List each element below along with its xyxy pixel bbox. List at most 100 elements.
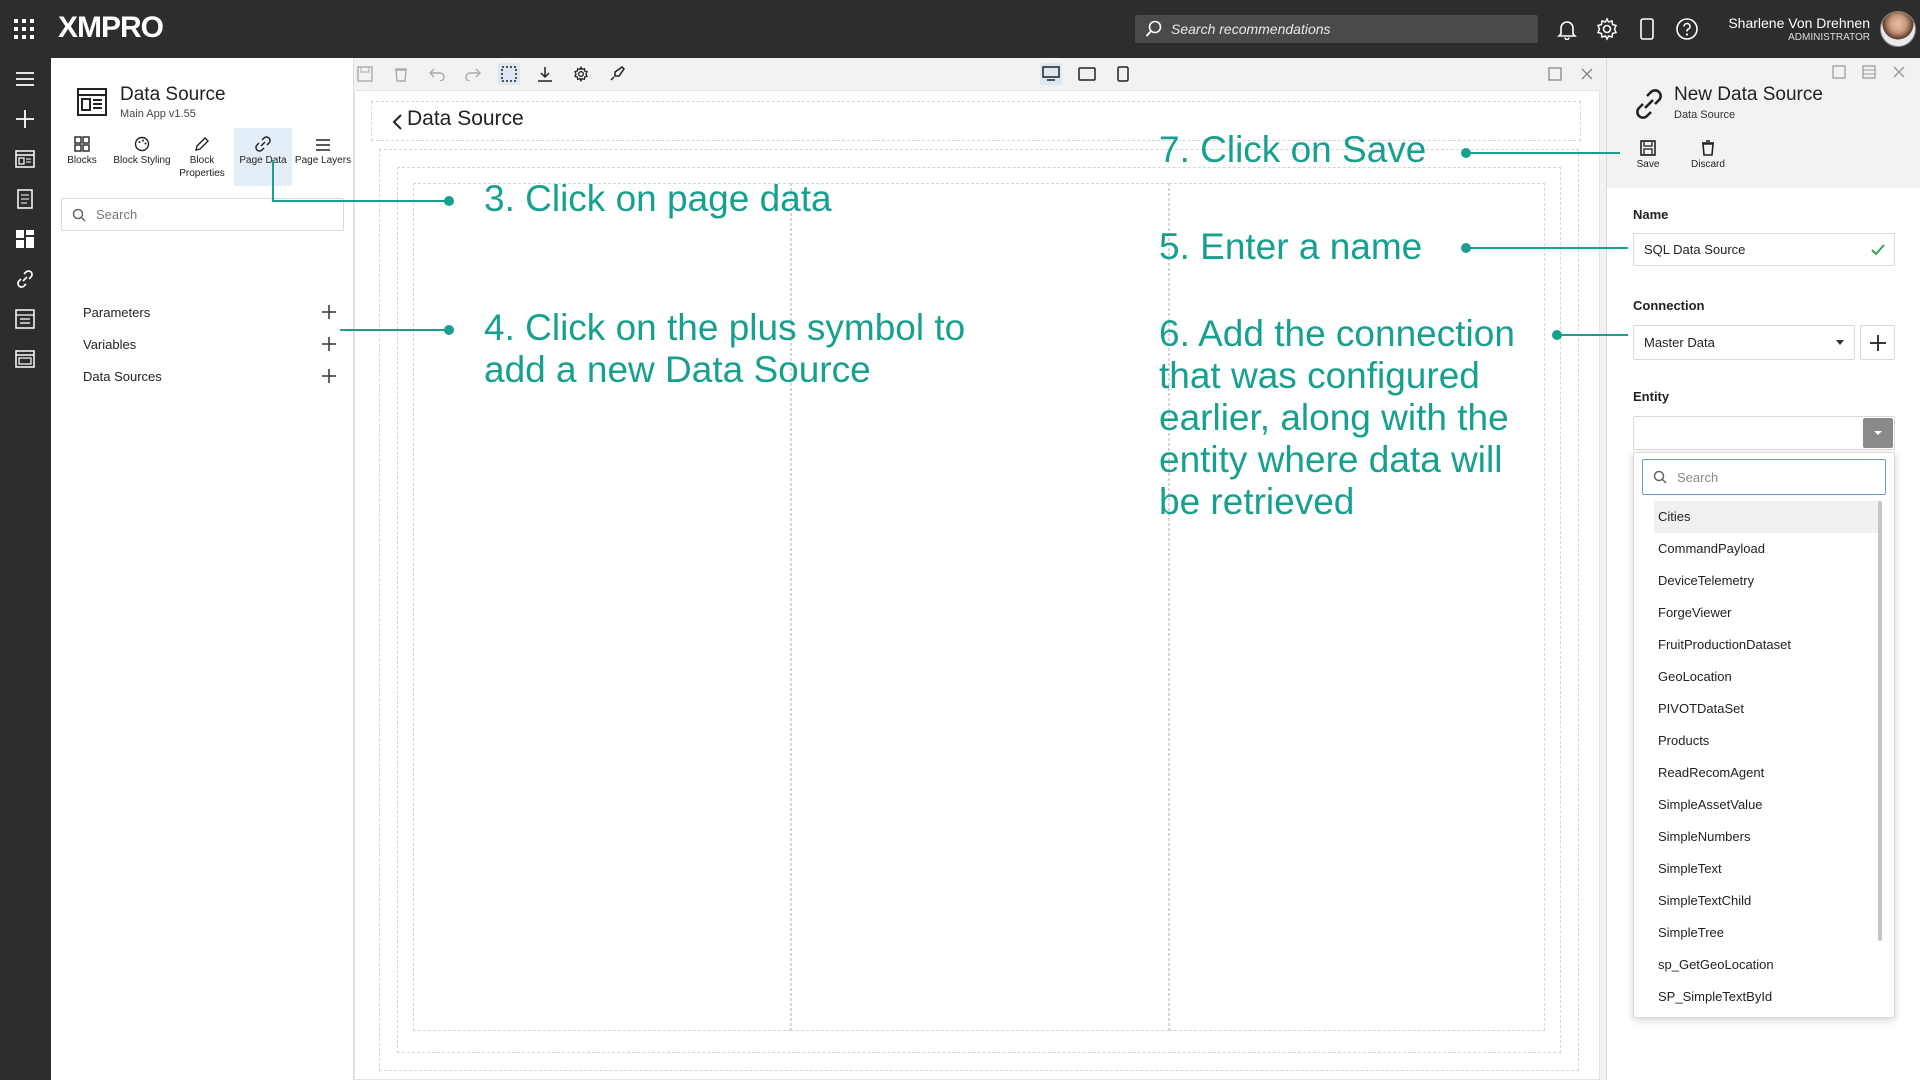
- entity-search-input[interactable]: Search: [1642, 459, 1886, 495]
- panel-title: Data Source: [120, 84, 226, 105]
- add-connection-button[interactable]: [1860, 325, 1895, 360]
- tab-page-layers-label: Page Layers: [294, 155, 352, 166]
- select-icon[interactable]: [498, 63, 520, 85]
- search-recommendations-input[interactable]: Search recommendations: [1135, 15, 1538, 43]
- entity-option[interactable]: GeoLocation: [1654, 661, 1880, 693]
- settings-icon[interactable]: [570, 63, 592, 85]
- dock-icon[interactable]: [1861, 64, 1877, 80]
- annotation-connector: [1466, 247, 1628, 249]
- panel-header: New Data Source Data Source Save Discard: [1607, 58, 1920, 188]
- annotation-connector: [1466, 152, 1620, 154]
- discard-label: Discard: [1691, 159, 1725, 170]
- entity-option[interactable]: SimpleNumbers: [1654, 821, 1880, 853]
- search-icon: [72, 208, 86, 222]
- recommendations-icon[interactable]: [12, 186, 38, 212]
- apps-grid-icon[interactable]: [13, 18, 35, 40]
- entity-option[interactable]: SimpleAssetValue: [1654, 789, 1880, 821]
- annotation-connector: [272, 200, 448, 202]
- panel-search-placeholder: Search: [96, 207, 138, 222]
- list-item-variables: Variables: [83, 333, 338, 355]
- tab-blocks[interactable]: Blocks: [53, 128, 111, 186]
- tab-block-properties-label: Block Properties: [179, 155, 225, 179]
- mobile-view-icon[interactable]: [1112, 63, 1134, 85]
- check-icon: [1871, 244, 1885, 256]
- help-icon[interactable]: [1674, 16, 1700, 42]
- bell-icon[interactable]: [1554, 16, 1580, 42]
- entity-option[interactable]: FruitProductionDataset: [1654, 629, 1880, 661]
- user-name[interactable]: Sharlene Von Drehnen: [1720, 15, 1870, 31]
- calendar-icon[interactable]: [12, 346, 38, 372]
- app-root: XMPRO Search recommendations Sharlene Vo…: [0, 0, 1920, 1080]
- redo-icon[interactable]: [462, 63, 484, 85]
- add-variable-plus-icon[interactable]: [320, 335, 338, 353]
- pencil-icon: [195, 137, 209, 151]
- blocks-icon: [74, 136, 90, 152]
- tab-page-data-label: Page Data: [239, 155, 287, 166]
- add-data-source-plus-icon[interactable]: [320, 367, 338, 385]
- entity-option[interactable]: ReadRecomAgent: [1654, 757, 1880, 789]
- column-right[interactable]: [1169, 183, 1545, 1031]
- back-chevron-icon[interactable]: [391, 113, 405, 131]
- panel-search-input[interactable]: Search: [61, 198, 344, 231]
- undo-icon[interactable]: [426, 63, 448, 85]
- link-icon[interactable]: [12, 266, 38, 292]
- entity-option[interactable]: SP_SimpleTextById: [1654, 981, 1880, 1013]
- menu-icon[interactable]: [12, 66, 38, 92]
- entity-option[interactable]: ForgeViewer: [1654, 597, 1880, 629]
- name-label: Name: [1633, 207, 1669, 222]
- tab-page-layers[interactable]: Page Layers: [294, 128, 352, 186]
- maximize-icon[interactable]: [1544, 63, 1566, 85]
- panel-subtitle: Data Source: [1674, 109, 1736, 121]
- publish-icon[interactable]: [606, 63, 628, 85]
- plus-icon[interactable]: [12, 106, 38, 132]
- download-icon[interactable]: [534, 63, 556, 85]
- search-icon: [1145, 20, 1162, 37]
- entity-option[interactable]: SimpleText: [1654, 853, 1880, 885]
- entity-option[interactable]: Cities: [1654, 501, 1880, 533]
- close-panel-icon[interactable]: [1891, 64, 1907, 80]
- apps-icon[interactable]: [12, 146, 38, 172]
- entity-option[interactable]: CommandPayload: [1654, 533, 1880, 565]
- tab-blocks-label: Blocks: [67, 155, 97, 166]
- connection-select[interactable]: Master Data: [1633, 325, 1855, 360]
- entity-option[interactable]: SimpleTextChild: [1654, 885, 1880, 917]
- entity-option[interactable]: sp_GetGeoLocation: [1654, 949, 1880, 981]
- desktop-icon[interactable]: [1040, 63, 1062, 85]
- entity-option[interactable]: Products: [1654, 725, 1880, 757]
- page-icon: [77, 88, 109, 118]
- tab-page-data[interactable]: Page Data: [234, 128, 292, 186]
- top-bar: XMPRO Search recommendations Sharlene Vo…: [0, 0, 1920, 58]
- gear-icon[interactable]: [1594, 16, 1620, 42]
- close-icon[interactable]: [1576, 63, 1598, 85]
- save-button[interactable]: Save: [1623, 138, 1673, 170]
- tablet-icon[interactable]: [1076, 63, 1098, 85]
- tab-block-properties[interactable]: Block Properties: [173, 128, 231, 186]
- datastreams-icon[interactable]: [12, 306, 38, 332]
- discard-button[interactable]: Discard: [1683, 138, 1733, 170]
- dashboard-icon[interactable]: [12, 226, 38, 252]
- tab-block-styling[interactable]: Block Styling: [113, 128, 171, 186]
- trash-icon: [1702, 140, 1714, 156]
- left-rail: [0, 58, 51, 1080]
- mobile-icon[interactable]: [1634, 16, 1660, 42]
- scrollbar[interactable]: [1878, 501, 1882, 941]
- brand-logo[interactable]: XMPRO: [58, 11, 164, 45]
- avatar[interactable]: [1880, 11, 1916, 47]
- minimize-icon[interactable]: [1831, 64, 1847, 80]
- delete-icon[interactable]: [390, 63, 412, 85]
- save-icon[interactable]: [354, 63, 376, 85]
- link-icon: [255, 136, 271, 152]
- tab-block-styling-label: Block Styling: [113, 155, 171, 166]
- annotation-connector: [272, 160, 274, 201]
- chevron-down-icon[interactable]: [1863, 418, 1893, 448]
- chevron-down-icon: [1836, 340, 1844, 345]
- entity-option[interactable]: PIVOTDataSet: [1654, 693, 1880, 725]
- entity-select[interactable]: [1633, 416, 1895, 450]
- entity-option[interactable]: SimpleTree: [1654, 917, 1880, 949]
- variables-label: Variables: [83, 336, 137, 352]
- connection-label: Connection: [1633, 298, 1705, 313]
- list-item-data-sources: Data Sources: [83, 365, 338, 387]
- name-field[interactable]: SQL Data Source: [1633, 233, 1895, 266]
- add-parameter-plus-icon[interactable]: [320, 303, 338, 321]
- entity-option[interactable]: DeviceTelemetry: [1654, 565, 1880, 597]
